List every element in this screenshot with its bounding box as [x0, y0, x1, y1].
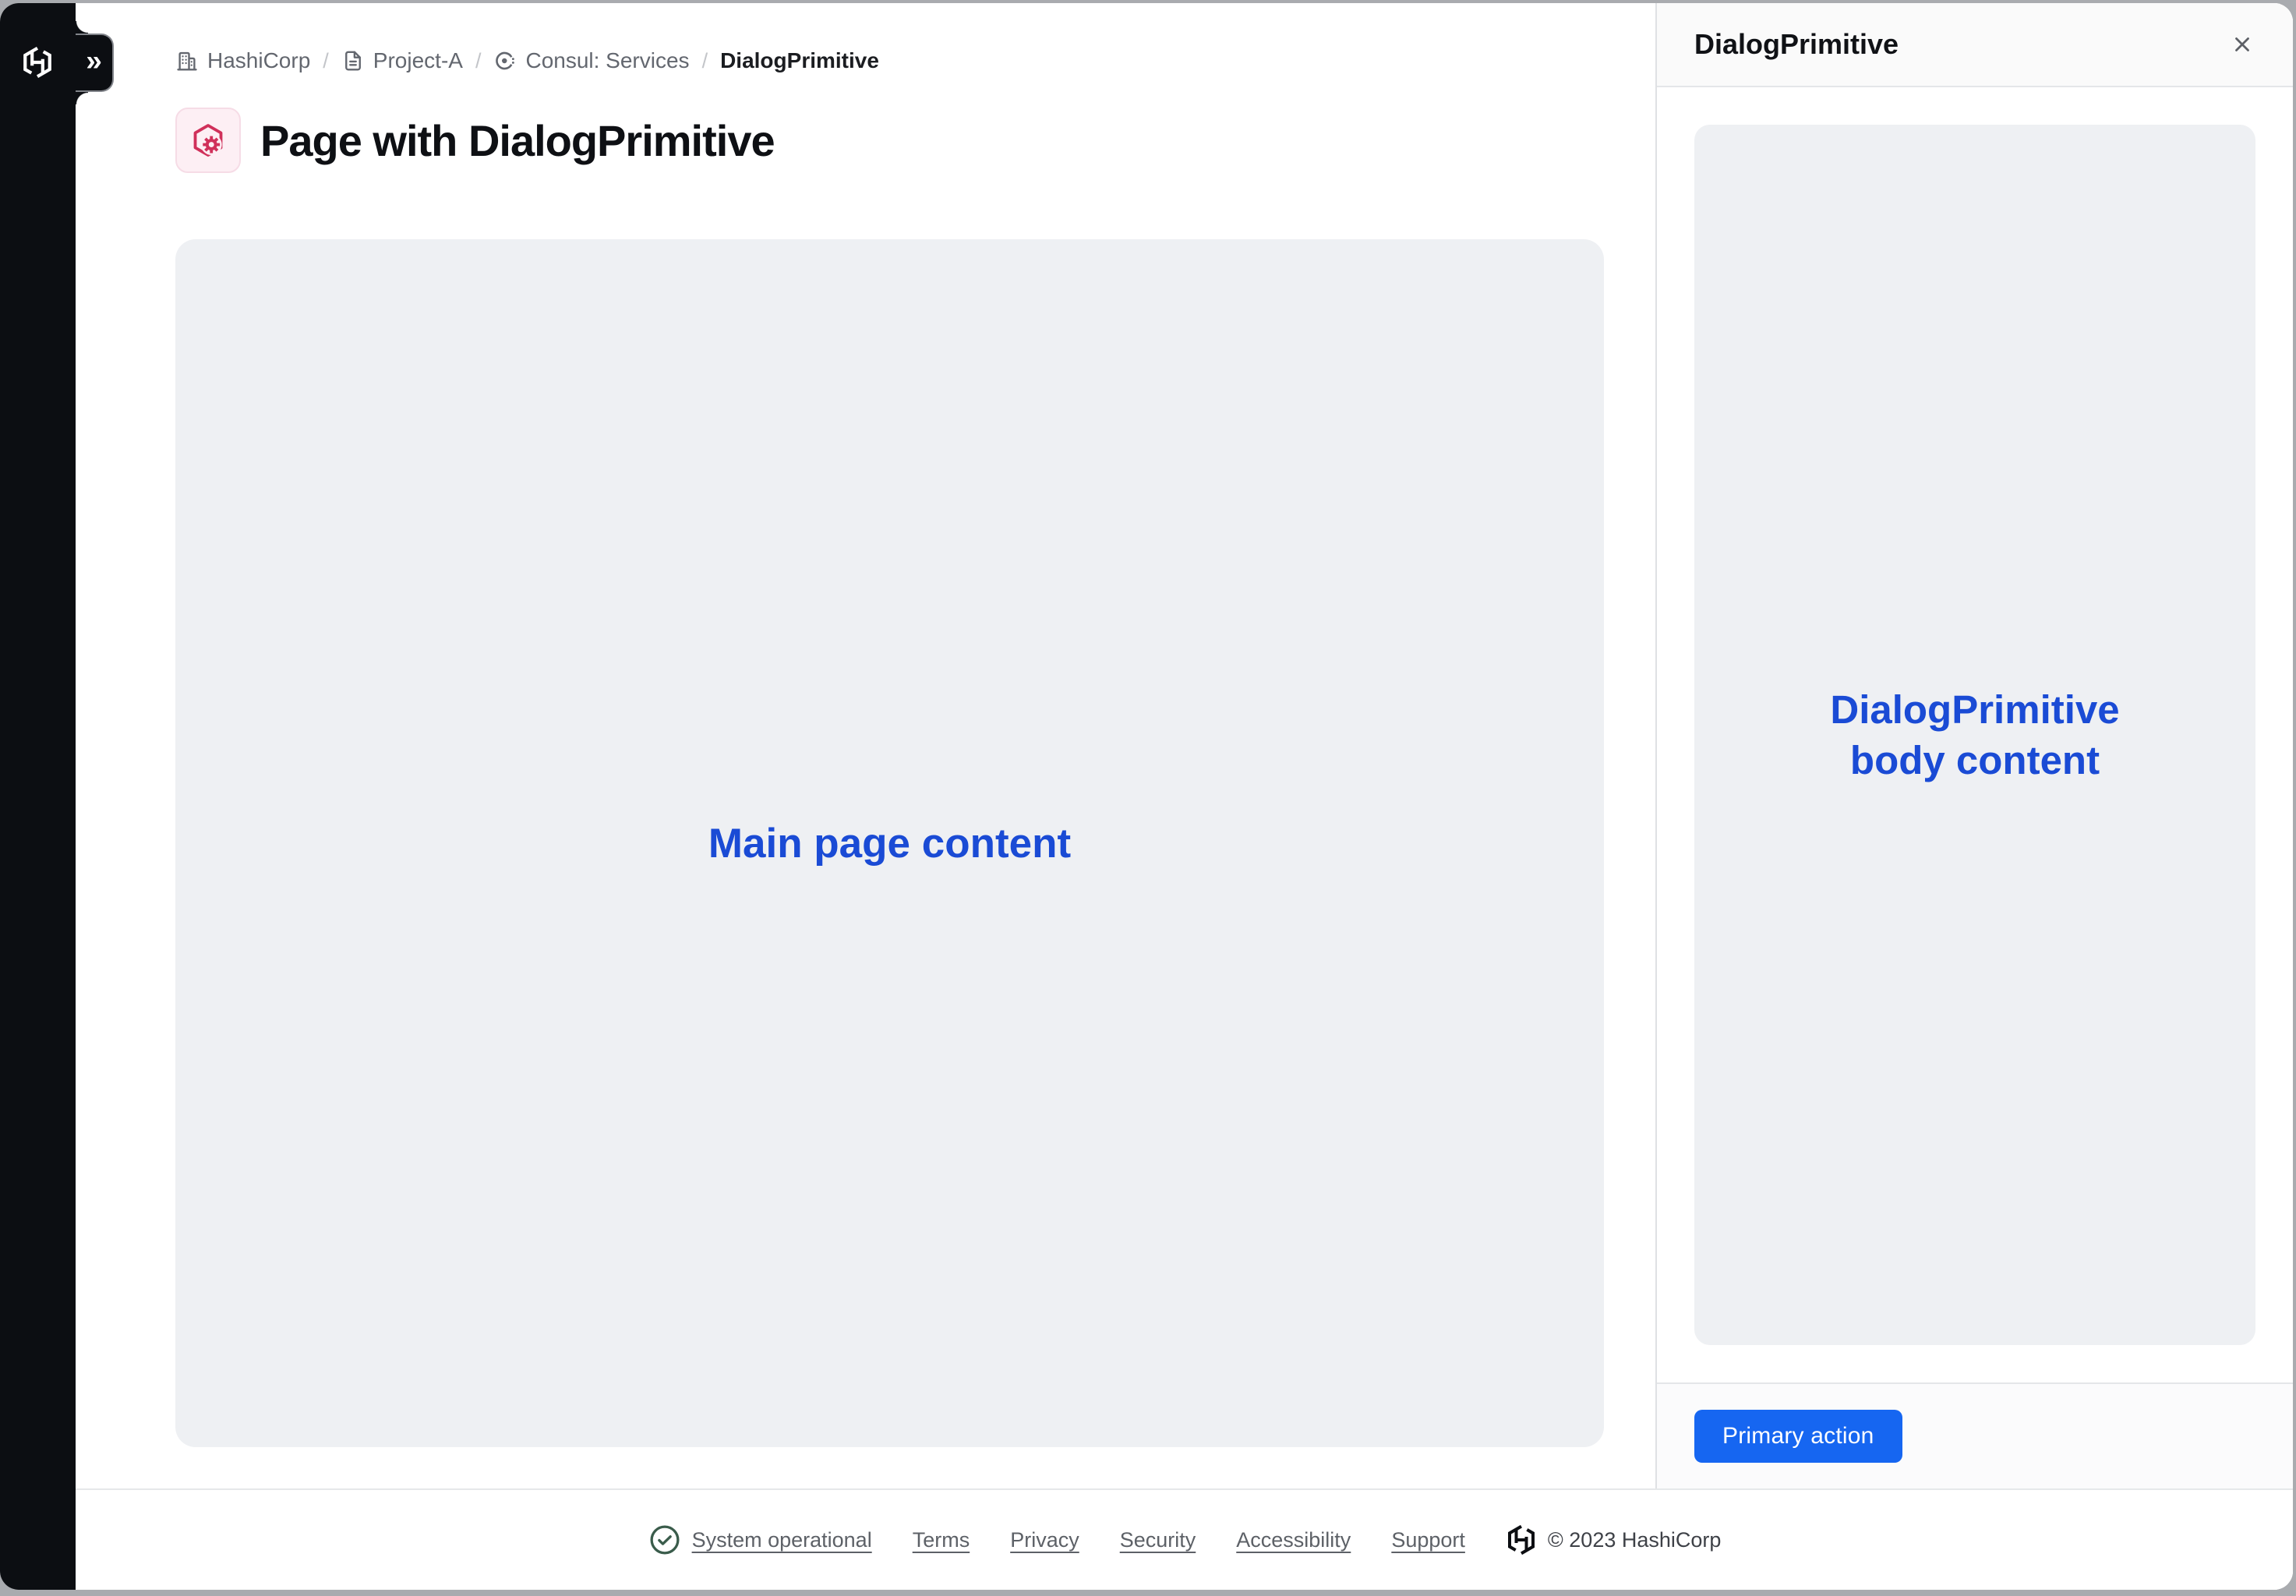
- main-column: HashiCorp / Project-A /: [76, 3, 1655, 1488]
- tab-fillet-bottom: [76, 92, 88, 104]
- footer-link-security[interactable]: Security: [1120, 1528, 1196, 1552]
- dialog-placeholder-text: DialogPrimitive body content: [1784, 684, 2166, 786]
- footer-link-privacy[interactable]: Privacy: [1010, 1528, 1079, 1552]
- copyright-text: © 2023 HashiCorp: [1548, 1528, 1722, 1552]
- organization-icon: [175, 49, 199, 72]
- dialog-body: DialogPrimitive body content: [1657, 87, 2293, 1382]
- breadcrumb-label: Project-A: [373, 48, 463, 73]
- page-title-icon-tile: [175, 108, 241, 173]
- breadcrumb: HashiCorp / Project-A /: [175, 45, 1655, 76]
- hexagon-gear-icon: [190, 122, 226, 158]
- dialog-title: DialogPrimitive: [1694, 28, 1899, 61]
- check-circle-icon: [648, 1523, 682, 1557]
- dialog-close-button[interactable]: [2224, 26, 2260, 62]
- tab-fillet-top: [76, 21, 88, 34]
- dialog-header: DialogPrimitive: [1657, 3, 2293, 87]
- page-footer: System operational Terms Privacy Securit…: [76, 1488, 2293, 1590]
- content-and-footer: HashiCorp / Project-A /: [76, 3, 2293, 1590]
- footer-link-support[interactable]: Support: [1391, 1528, 1465, 1552]
- sidebar-expand-button[interactable]: »: [76, 34, 114, 92]
- breadcrumb-item-current: DialogPrimitive: [720, 48, 879, 73]
- dialog-body-placeholder: DialogPrimitive body content: [1694, 125, 2255, 1345]
- breadcrumb-item-hashicorp[interactable]: HashiCorp: [175, 48, 310, 73]
- dialog-footer: Primary action: [1657, 1382, 2293, 1488]
- main-placeholder-text: Main page content: [708, 820, 1071, 867]
- file-text-icon: [341, 49, 365, 72]
- footer-brand: © 2023 HashiCorp: [1506, 1524, 1722, 1556]
- sidebar: »: [0, 3, 76, 1590]
- breadcrumb-item-consul-services[interactable]: Consul: Services: [493, 48, 689, 73]
- upper-region: HashiCorp / Project-A /: [76, 3, 2293, 1488]
- breadcrumb-item-project-a[interactable]: Project-A: [341, 48, 463, 73]
- system-status-link[interactable]: System operational: [648, 1523, 872, 1557]
- consul-icon: [493, 49, 517, 72]
- main-content-placeholder: Main page content: [175, 239, 1604, 1447]
- system-status-label: System operational: [692, 1528, 872, 1552]
- page-title: Page with DialogPrimitive: [260, 115, 775, 166]
- page-header: Page with DialogPrimitive: [175, 108, 1655, 173]
- hashicorp-logo-icon: [21, 45, 54, 79]
- breadcrumb-separator: /: [702, 49, 708, 73]
- breadcrumb-separator: /: [323, 49, 329, 73]
- breadcrumb-label: HashiCorp: [207, 48, 310, 73]
- hashicorp-logo-icon: [1506, 1524, 1537, 1556]
- breadcrumb-label: DialogPrimitive: [720, 48, 879, 73]
- breadcrumb-label: Consul: Services: [525, 48, 689, 73]
- dialog-primitive-panel: DialogPrimitive DialogPrimitive body con…: [1655, 3, 2293, 1488]
- app-window: » HashiCorp /: [0, 3, 2293, 1590]
- breadcrumb-separator: /: [475, 49, 482, 73]
- close-icon: [2231, 33, 2254, 56]
- chevrons-right-icon: »: [86, 44, 102, 77]
- footer-link-terms[interactable]: Terms: [913, 1528, 970, 1552]
- primary-action-button[interactable]: Primary action: [1694, 1410, 1902, 1463]
- footer-link-accessibility[interactable]: Accessibility: [1236, 1528, 1351, 1552]
